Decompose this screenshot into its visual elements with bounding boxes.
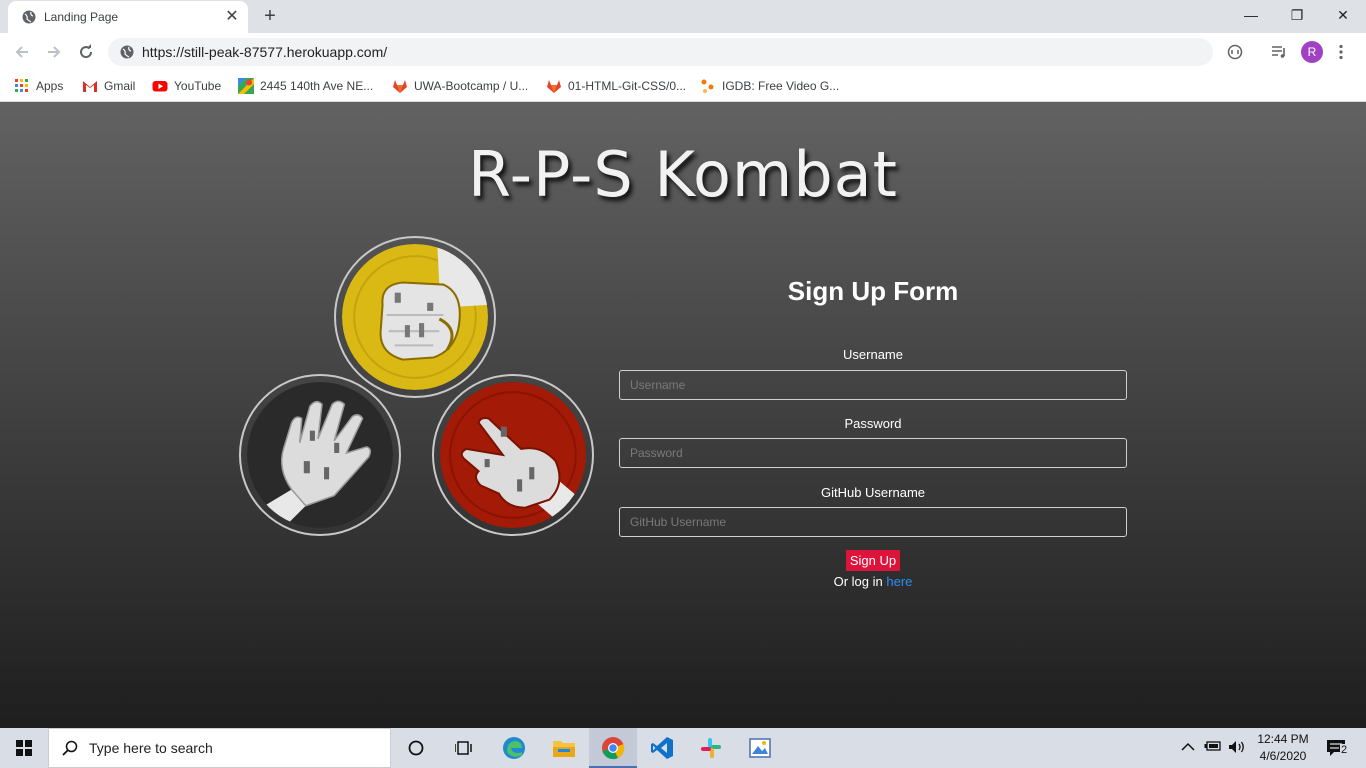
scissors-hand-image (440, 382, 586, 528)
igdb-icon (701, 79, 714, 93)
windows-taskbar: Type here to search 12:44 PM 4/6/2020 2 (0, 728, 1366, 768)
battery-icon[interactable] (1204, 740, 1222, 755)
tab-landing-page[interactable]: Landing Page ✕ (8, 1, 248, 33)
profile-avatar[interactable]: R (1301, 41, 1323, 63)
login-link[interactable]: here (886, 574, 912, 589)
reload-icon (80, 44, 93, 59)
tab-strip: Landing Page ✕ + — ❐ ✕ (0, 0, 1366, 33)
password-label: Password (844, 416, 902, 431)
restore-button[interactable]: ❐ (1274, 0, 1320, 30)
maps-icon (238, 77, 254, 94)
paper-hand-icon (239, 374, 401, 536)
media-controls-icon[interactable] (1269, 42, 1289, 62)
search-icon (62, 740, 78, 756)
page-title: R-P-S Kombat (468, 138, 898, 211)
bookmark-gitlab-uwa[interactable]: UWA-Bootcamp / U... (392, 77, 528, 97)
bookmark-label: IGDB: Free Video G... (722, 78, 840, 93)
menu-kebab-icon[interactable] (1331, 42, 1351, 62)
bookmark-label: 2445 140th Ave NE... (260, 78, 374, 93)
bookmark-maps[interactable]: 2445 140th Ave NE... (238, 77, 373, 97)
address-bar[interactable]: https://still-peak-87577.herokuapp.com/ (108, 38, 1213, 66)
cortana-icon (408, 740, 424, 756)
bookmark-label: Apps (36, 78, 64, 93)
scissors-hand-icon (432, 374, 594, 536)
task-view-button[interactable] (440, 728, 488, 768)
globe-icon (22, 10, 36, 24)
back-arrow-icon (15, 46, 28, 58)
gmail-icon (83, 80, 97, 92)
taskbar-image-viewer[interactable] (736, 728, 784, 768)
vscode-icon (651, 737, 673, 759)
forward-button[interactable] (41, 39, 67, 65)
start-button[interactable] (0, 728, 48, 768)
search-placeholder: Type here to search (89, 740, 213, 756)
taskbar-vscode[interactable] (638, 728, 686, 768)
taskbar-chrome[interactable] (589, 728, 637, 768)
apps-icon (15, 78, 28, 92)
username-label: Username (843, 347, 903, 362)
youtube-icon (152, 80, 168, 92)
forward-arrow-icon (48, 46, 61, 58)
back-button[interactable] (9, 39, 35, 65)
username-input[interactable] (619, 370, 1127, 400)
cortana-button[interactable] (392, 728, 440, 768)
slack-icon (701, 738, 721, 758)
new-tab-button[interactable]: + (258, 4, 282, 28)
image-viewer-icon (749, 738, 771, 758)
github-username-input[interactable] (619, 507, 1127, 537)
bookmarks-bar: Apps Gmail YouTube 2445 140th Ave NE... … (0, 71, 1366, 102)
taskbar-file-explorer[interactable] (540, 728, 588, 768)
folder-icon (553, 741, 575, 757)
url-text: https://still-peak-87577.herokuapp.com/ (142, 44, 388, 60)
reload-button[interactable] (73, 39, 99, 65)
taskbar-edge[interactable] (490, 728, 538, 768)
bookmark-youtube[interactable]: YouTube (152, 77, 221, 97)
login-prefix-text: Or log in (833, 574, 887, 589)
login-prompt: Or log in here (619, 574, 1127, 589)
windows-logo-icon (16, 740, 32, 756)
close-window-button[interactable]: ✕ (1320, 0, 1366, 30)
taskbar-search-box[interactable]: Type here to search (48, 728, 391, 768)
site-info-icon (120, 45, 134, 59)
gitlab-icon (393, 79, 407, 93)
notification-count: 2 (1340, 744, 1349, 756)
gitlab-icon (547, 79, 561, 93)
bookmark-label: Gmail (104, 78, 136, 93)
bookmark-igdb[interactable]: IGDB: Free Video G... (700, 77, 839, 97)
clock-time: 12:44 PM (1257, 732, 1309, 746)
taskbar-slack[interactable] (687, 728, 735, 768)
tray-overflow-chevron-icon[interactable] (1181, 740, 1195, 755)
tab-close-icon[interactable]: ✕ (222, 7, 242, 27)
rock-hand-icon (334, 236, 496, 398)
minimize-button[interactable]: — (1228, 0, 1274, 30)
tab-title: Landing Page (44, 10, 119, 24)
paper-hand-image (247, 382, 393, 528)
bookmark-label: YouTube (174, 78, 222, 93)
browser-toolbar: https://still-peak-87577.herokuapp.com/ … (0, 33, 1366, 71)
extension-icon[interactable] (1225, 42, 1245, 62)
notifications-button[interactable]: 2 (1318, 728, 1366, 768)
bookmark-label: 01-HTML-Git-CSS/0... (568, 78, 687, 93)
bookmark-gmail[interactable]: Gmail (82, 77, 135, 97)
sign-up-button[interactable]: Sign Up (846, 550, 900, 571)
bookmark-gitlab-html[interactable]: 01-HTML-Git-CSS/0... (546, 77, 686, 97)
bookmark-label: UWA-Bootcamp / U... (414, 78, 529, 93)
volume-icon[interactable] (1228, 740, 1246, 757)
edge-icon (503, 737, 525, 759)
page-content: R-P-S Kombat Sign Up Form Username Usern… (0, 102, 1366, 728)
clock-date: 4/6/2020 (1259, 749, 1307, 763)
github-username-label: GitHub Username (820, 485, 926, 500)
bookmark-apps[interactable]: Apps (14, 77, 63, 97)
taskbar-clock[interactable]: 12:44 PM 4/6/2020 (1248, 731, 1318, 765)
task-view-icon (455, 741, 472, 755)
password-input[interactable] (619, 438, 1127, 468)
signup-form-heading: Sign Up Form (787, 276, 959, 306)
rock-hand-image (342, 244, 488, 390)
chrome-icon (602, 737, 625, 760)
